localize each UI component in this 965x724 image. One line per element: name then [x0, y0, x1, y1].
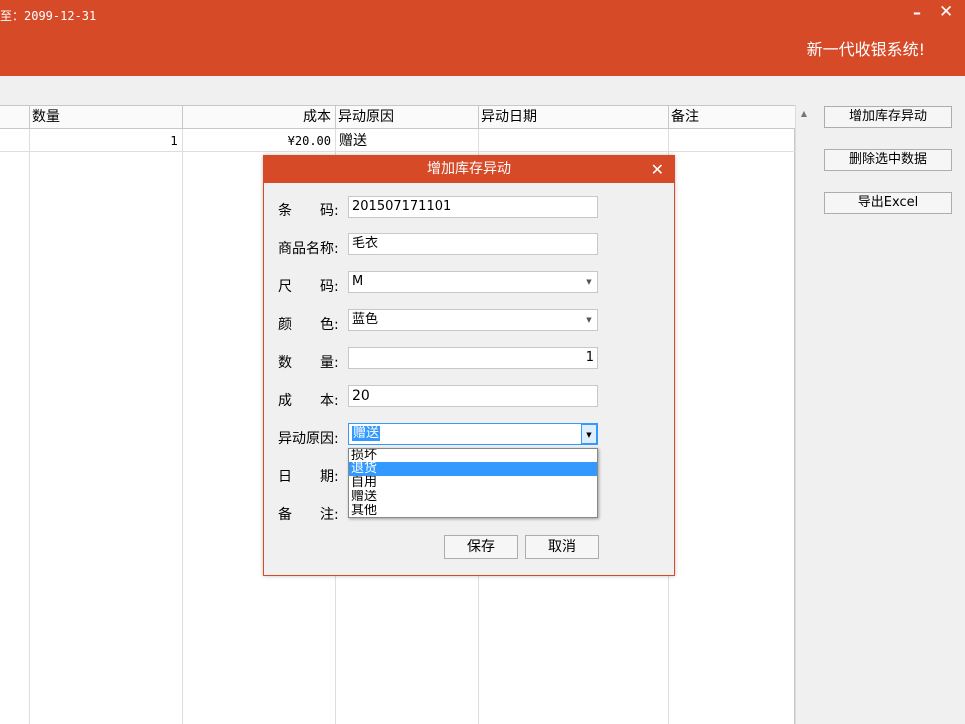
- column-header-reason[interactable]: 异动原因: [336, 106, 476, 129]
- color-select-value: 蓝色: [352, 312, 379, 327]
- dialog-title: 增加库存异动: [427, 161, 511, 177]
- dropdown-option-highlighted[interactable]: 退货: [349, 462, 597, 476]
- dropdown-option[interactable]: 自用: [349, 476, 597, 490]
- dropdown-option[interactable]: 赠送: [349, 490, 597, 504]
- chevron-down-icon[interactable]: ▼: [581, 310, 597, 330]
- close-window-icon[interactable]: ✕: [939, 2, 953, 22]
- dropdown-option[interactable]: 损坏: [349, 449, 597, 463]
- row-divider: [0, 151, 795, 152]
- reason-select[interactable]: 赠送 ▼: [348, 423, 598, 445]
- column-divider: [182, 105, 183, 724]
- color-label: 颜 色:: [278, 317, 339, 333]
- note-label: 备 注:: [278, 507, 339, 523]
- app-brand-title: 新一代收银系统!: [806, 40, 925, 59]
- cancel-button[interactable]: 取消: [525, 535, 599, 559]
- column-divider: [29, 105, 30, 724]
- dialog-close-icon[interactable]: ✕: [651, 156, 664, 183]
- reason-dropdown-list[interactable]: 损坏 退货 自用 赠送 其他: [348, 448, 598, 518]
- dialog-titlebar: 增加库存异动 ✕: [264, 156, 674, 183]
- size-select[interactable]: M ▼: [348, 271, 598, 293]
- scroll-up-arrow-icon[interactable]: ▲: [796, 105, 812, 122]
- barcode-field[interactable]: 201507171101: [348, 196, 598, 218]
- quantity-label: 数 量:: [278, 355, 339, 371]
- cell-note: [669, 130, 793, 152]
- column-header-note[interactable]: 备注: [669, 106, 793, 129]
- column-header-cost[interactable]: 成本: [183, 106, 333, 129]
- cell-qty: 1: [170, 134, 178, 148]
- delete-selected-button[interactable]: 删除选中数据: [824, 149, 952, 171]
- cell-reason: 赠送: [339, 133, 367, 149]
- grid-header: 数量 成本 异动原因 异动日期 备注: [0, 105, 795, 129]
- save-button[interactable]: 保存: [444, 535, 518, 559]
- column-header-qty[interactable]: 数量: [30, 106, 180, 129]
- chevron-down-icon[interactable]: ▼: [581, 272, 597, 292]
- reason-select-value: 赠送: [352, 426, 381, 441]
- product-name-field[interactable]: 毛衣: [348, 233, 598, 255]
- app-titlebar: 至：2099-12-31 新一代收银系统! – ✕: [0, 0, 965, 76]
- size-select-value: M: [352, 274, 364, 289]
- quantity-stepper[interactable]: 1: [348, 347, 598, 369]
- column-header-date[interactable]: 异动日期: [479, 106, 667, 129]
- dropdown-option[interactable]: 其他: [349, 504, 597, 518]
- chevron-down-icon[interactable]: ▼: [581, 424, 597, 444]
- product-name-label: 商品名称:: [278, 241, 339, 257]
- add-inventory-change-button[interactable]: 增加库存异动: [824, 106, 952, 128]
- date-label: 日 期:: [278, 469, 339, 485]
- date-range-label: 至：2099-12-31: [0, 9, 97, 23]
- minimize-icon[interactable]: –: [913, 3, 921, 22]
- color-select[interactable]: 蓝色 ▼: [348, 309, 598, 331]
- cell-cost: ¥20.00: [287, 134, 331, 148]
- cost-field[interactable]: 20: [348, 385, 598, 407]
- cell-date: [479, 130, 667, 152]
- barcode-label: 条 码:: [278, 203, 339, 219]
- grid-vertical-scrollbar[interactable]: ▲: [795, 105, 812, 724]
- size-label: 尺 码:: [278, 279, 339, 295]
- reason-label: 异动原因:: [278, 431, 339, 447]
- cost-label: 成 本:: [278, 393, 339, 409]
- add-inventory-change-dialog: 增加库存异动 ✕ 条 码: 201507171101 商品名称: 毛衣 尺 码:…: [263, 155, 675, 576]
- export-excel-button[interactable]: 导出Excel: [824, 192, 952, 214]
